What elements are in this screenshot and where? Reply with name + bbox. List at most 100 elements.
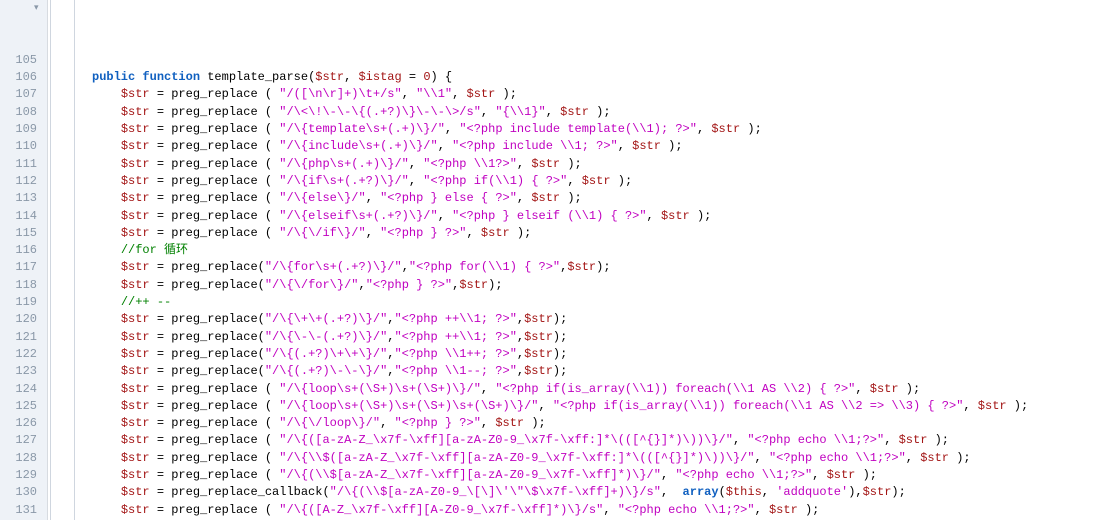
token-pn: ); [899, 382, 921, 396]
token-str: "/\{(.+?)\-\-\}/" [265, 364, 387, 378]
token-id: preg_replace [171, 260, 257, 274]
code-line[interactable]: $str = preg_replace("/\{for\s+(.+?)\}/",… [54, 259, 1106, 276]
token-var: $istag [358, 70, 401, 84]
code-line[interactable]: $str = preg_replace ( "/\{if\s+(.+?)\}/"… [54, 173, 1106, 190]
token-var: $str [121, 226, 150, 240]
token-str: "<?php } ?>" [395, 416, 481, 430]
token-str: "<?php include \\1; ?>" [452, 139, 618, 153]
code-line[interactable]: $str = preg_replace ( "/\{else\}/", "<?p… [54, 190, 1106, 207]
token-pn: ); [798, 503, 820, 517]
token-pn: ); [661, 139, 683, 153]
line-number: 108 [0, 104, 37, 121]
token-str: "/\{\/loop\}/" [279, 416, 380, 430]
token-var: $str [978, 399, 1007, 413]
token-id: preg_replace [171, 416, 257, 430]
token-pn: , [402, 87, 416, 101]
code-line[interactable]: $str = preg_replace ( "/\{include\s+(.+)… [54, 138, 1106, 155]
token-id: preg_replace [171, 399, 257, 413]
code-line[interactable]: $str = preg_replace("/\{\+\+(.+?)\}/","<… [54, 311, 1106, 328]
code-line[interactable]: $str = preg_replace ( "/\{\\$([a-zA-Z_\x… [54, 450, 1106, 467]
token-pn: = [150, 226, 172, 240]
line-number: 124 [0, 381, 37, 398]
token-var: $str [870, 382, 899, 396]
token-pn: ); [690, 209, 712, 223]
token-pn: = [150, 209, 172, 223]
token-pn: , [963, 399, 977, 413]
token-pn: ); [560, 191, 582, 205]
token-pn: ( [258, 364, 265, 378]
code-line[interactable]: $str = preg_replace("/\{\-\-(.+?)\}/","<… [54, 329, 1106, 346]
token-pn: , [755, 451, 769, 465]
token-pn: ( [258, 87, 280, 101]
token-id: preg_replace [171, 139, 257, 153]
token-pn: , [906, 451, 920, 465]
token-id: preg_replace [171, 347, 257, 361]
code-line[interactable]: $str = preg_replace ( "/([\n\r]+)\t+/s",… [54, 86, 1106, 103]
line-number: 114 [0, 208, 37, 225]
code-line[interactable]: $str = preg_replace ( "/\{php\s+(.+)\}/"… [54, 156, 1106, 173]
token-pn: , [884, 433, 898, 447]
code-area[interactable]: public function template_parse($str, $is… [48, 0, 1106, 520]
token-pn: ); [891, 485, 905, 499]
token-pn: , [603, 503, 617, 517]
code-editor[interactable]: ▾ 10510610710810911011111211311411511611… [0, 0, 1106, 520]
token-pn: ); [560, 157, 582, 171]
token-var: $str [711, 122, 740, 136]
code-line[interactable]: $str = preg_replace ( "/\{loop\s+(\S+)\s… [54, 398, 1106, 415]
token-str: 'addquote' [776, 485, 848, 499]
token-pn: , [567, 174, 581, 188]
code-line[interactable]: $str = preg_replace ( "/\{([a-zA-Z_\x7f-… [54, 432, 1106, 449]
token-pn: = [150, 485, 172, 499]
code-line[interactable]: $str = preg_replace("/\{(.+?)\+\+\}/","<… [54, 346, 1106, 363]
code-line[interactable]: $str = preg_replace("/\{(.+?)\-\-\}/","<… [54, 363, 1106, 380]
token-pn: ); [855, 468, 877, 482]
code-line[interactable]: $str = preg_replace ( "/\{template\s+(.+… [54, 121, 1106, 138]
token-str: "<?php \\1++; ?>" [394, 347, 516, 361]
fold-arrow-icon[interactable]: ▾ [34, 0, 39, 17]
token-var: $str [459, 278, 488, 292]
token-str: "<?php } else { ?>" [380, 191, 517, 205]
token-id: preg_replace [171, 191, 257, 205]
token-var: $str [121, 485, 150, 499]
token-str: "<?php if(is_array(\\1)) foreach(\\1 AS … [553, 399, 963, 413]
token-pn: , [762, 485, 776, 499]
token-id: preg_replace [171, 330, 257, 344]
code-line[interactable]: $str = preg_replace_callback("/\{(\\$[a-… [54, 484, 1106, 501]
code-line[interactable]: public function template_parse($str, $is… [54, 69, 1106, 86]
token-pn: , [661, 485, 683, 499]
code-line[interactable]: $str = preg_replace ( "/\{(\\$[a-zA-Z_\x… [54, 467, 1106, 484]
token-pn: , [366, 226, 380, 240]
token-var: $str [121, 139, 150, 153]
token-pn: , [438, 139, 452, 153]
line-number: 125 [0, 398, 37, 415]
line-number: 120 [0, 311, 37, 328]
line-number: 110 [0, 138, 37, 155]
token-pn: ); [589, 105, 611, 119]
token-str: "/\{loop\s+(\S+)\s+(\S+)\s+(\S+)\}/" [279, 399, 538, 413]
code-line[interactable]: $str = preg_replace ( "/\{loop\s+(\S+)\s… [54, 381, 1106, 398]
token-pn: ); [596, 260, 610, 274]
token-str: "/\{else\}/" [279, 191, 365, 205]
line-number: 126 [0, 415, 37, 432]
code-line[interactable]: $str = preg_replace ( "/\{\/if\}/", "<?p… [54, 225, 1106, 242]
token-var: $str [121, 433, 150, 447]
token-pn: = [150, 312, 172, 326]
code-line[interactable]: $str = preg_replace ( "/\{elseif\s+(.+?)… [54, 208, 1106, 225]
code-line[interactable]: $str = preg_replace ( "/\{\/loop\}/", "<… [54, 415, 1106, 432]
token-str: "{\\1}" [495, 105, 545, 119]
code-line[interactable]: $str = preg_replace ( "/\<\!\-\-\{(.+?)\… [54, 104, 1106, 121]
code-line[interactable]: //++ -- [54, 294, 1106, 311]
token-pn: ( [258, 382, 280, 396]
token-pn: , [409, 174, 423, 188]
token-pn: = [150, 330, 172, 344]
token-var: $str [121, 503, 150, 517]
code-line[interactable]: $str = preg_replace("/\{\/for\}/","<?php… [54, 277, 1106, 294]
code-line[interactable]: $str = preg_replace ( "/\{([A-Z_\x7f-\xf… [54, 502, 1106, 519]
token-str: "/\{(\\$[a-zA-Z0-9_\[\]\'\"\$\x7f-\xff]+… [330, 485, 661, 499]
token-var: $str [567, 260, 596, 274]
token-pn: , [855, 382, 869, 396]
token-var: $str [121, 260, 150, 274]
token-id: preg_replace [171, 105, 257, 119]
code-line[interactable]: //for 循环 [54, 242, 1106, 259]
token-var: $str [481, 226, 510, 240]
